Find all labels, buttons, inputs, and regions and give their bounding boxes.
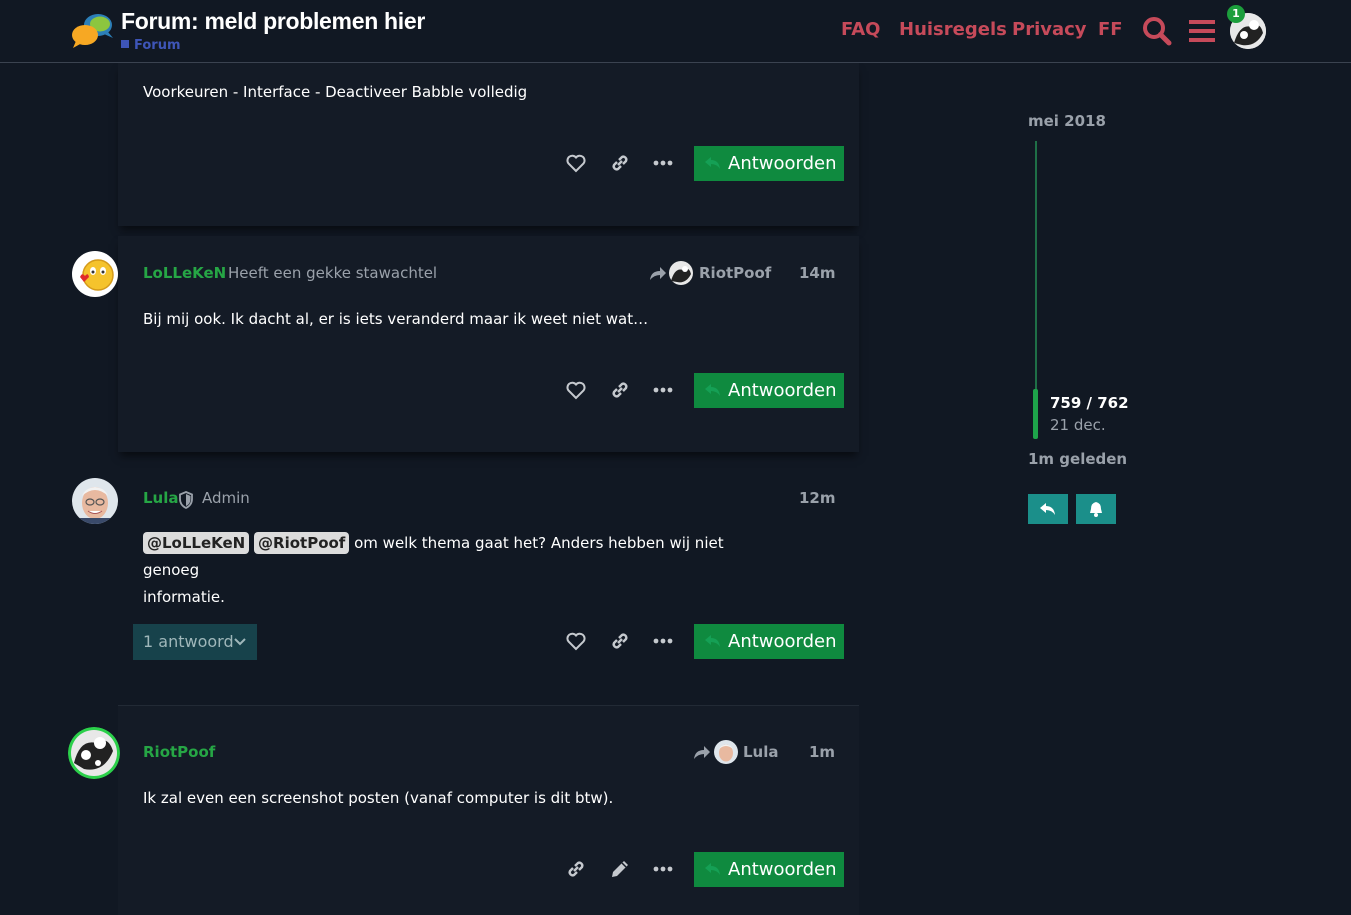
post-username[interactable]: RiotPoof bbox=[143, 743, 215, 761]
reply-arrow-icon bbox=[705, 863, 720, 875]
post-body: Bij mij ook. Ik dacht al, er is iets ver… bbox=[143, 310, 649, 328]
reply-button-label: Antwoorden bbox=[728, 153, 837, 174]
reply-arrow-icon bbox=[1040, 503, 1055, 515]
reply-arrow-icon bbox=[705, 384, 720, 396]
timeline-start-date[interactable]: mei 2018 bbox=[1028, 112, 1106, 130]
timeline-end-date[interactable]: 1m geleden bbox=[1028, 450, 1127, 468]
notification-badge[interactable]: 1 bbox=[1227, 5, 1245, 23]
reply-button-label: Antwoorden bbox=[728, 631, 837, 652]
share-link-icon[interactable] bbox=[608, 151, 632, 175]
reply-to-username[interactable]: Lula bbox=[743, 743, 779, 761]
user-avatar-lolleken[interactable] bbox=[72, 251, 118, 297]
reply-button[interactable]: Antwoorden bbox=[694, 373, 844, 408]
reply-to-avatar[interactable] bbox=[669, 261, 693, 285]
nav-link-huisregels[interactable]: Huisregels bbox=[899, 19, 1007, 40]
mention-lolleken[interactable]: @LoLLeKeN bbox=[143, 532, 250, 554]
timeline-handle[interactable] bbox=[1033, 389, 1038, 439]
reply-to-arrow-icon bbox=[692, 742, 712, 762]
category-name: Forum bbox=[134, 38, 181, 53]
more-actions-icon[interactable] bbox=[651, 151, 675, 175]
timeline-reply-button[interactable] bbox=[1028, 494, 1068, 524]
post-user-title: Admin bbox=[202, 489, 250, 507]
share-link-icon[interactable] bbox=[608, 629, 632, 653]
mention-riotpoof[interactable]: @RiotPoof bbox=[254, 532, 350, 554]
reply-button[interactable]: Antwoorden bbox=[694, 852, 844, 887]
post-body: @LoLLeKeN @RiotPoof om welk thema gaat h… bbox=[143, 530, 783, 611]
reply-arrow-icon bbox=[705, 157, 720, 169]
post-body-text-line2: informatie. bbox=[143, 588, 225, 606]
post-body: Ik zal even een screenshot posten (vanaf… bbox=[143, 789, 614, 807]
site-header: Forum: meld problemen hier Forum FAQ Hui… bbox=[0, 0, 1351, 63]
like-heart-icon[interactable] bbox=[564, 629, 588, 653]
timeline-notifications-button[interactable] bbox=[1076, 494, 1116, 524]
more-actions-icon[interactable] bbox=[651, 378, 675, 402]
share-link-icon[interactable] bbox=[564, 857, 588, 881]
reply-to-username[interactable]: RiotPoof bbox=[699, 264, 771, 282]
edit-pencil-icon[interactable] bbox=[608, 857, 632, 881]
reply-to-avatar[interactable] bbox=[714, 740, 738, 764]
category-badge[interactable]: Forum bbox=[121, 38, 181, 53]
topic-title[interactable]: Forum: meld problemen hier bbox=[121, 8, 425, 35]
reply-button-label: Antwoorden bbox=[728, 380, 837, 401]
nav-link-ff[interactable]: FF bbox=[1098, 19, 1123, 40]
nav-link-privacy[interactable]: Privacy bbox=[1012, 19, 1087, 40]
nav-link-faq[interactable]: FAQ bbox=[841, 19, 880, 40]
like-heart-icon[interactable] bbox=[564, 151, 588, 175]
replies-count-label: 1 antwoord bbox=[143, 632, 234, 651]
bell-icon bbox=[1090, 502, 1102, 517]
timeline-position: 759 / 762 bbox=[1050, 394, 1129, 412]
more-actions-icon[interactable] bbox=[651, 629, 675, 653]
reply-button[interactable]: Antwoorden bbox=[694, 624, 844, 659]
post-body: Voorkeuren - Interface - Deactiveer Babb… bbox=[143, 83, 528, 101]
more-actions-icon[interactable] bbox=[651, 857, 675, 881]
post-username[interactable]: Lula bbox=[143, 489, 179, 507]
post-username[interactable]: LoLLeKeN bbox=[143, 264, 226, 282]
share-link-icon[interactable] bbox=[608, 378, 632, 402]
reply-button-label: Antwoorden bbox=[728, 859, 837, 880]
forum-logo[interactable] bbox=[70, 10, 116, 50]
show-replies-button[interactable]: 1 antwoord bbox=[133, 624, 257, 660]
hamburger-menu-icon[interactable] bbox=[1189, 19, 1215, 47]
post-time[interactable]: 12m bbox=[799, 489, 836, 507]
user-avatar-riotpoof[interactable] bbox=[68, 727, 120, 779]
moderator-shield-icon bbox=[178, 491, 194, 510]
post-user-title: Heeft een gekke stawachtel bbox=[228, 264, 438, 282]
reply-button[interactable]: Antwoorden bbox=[694, 146, 844, 181]
reply-arrow-icon bbox=[705, 635, 720, 647]
user-avatar-lula[interactable] bbox=[72, 478, 118, 524]
timeline-current-date: 21 dec. bbox=[1050, 416, 1106, 434]
post-time[interactable]: 1m bbox=[809, 743, 835, 761]
category-color-square bbox=[121, 40, 129, 48]
like-heart-icon[interactable] bbox=[564, 378, 588, 402]
reply-to-arrow-icon bbox=[648, 263, 668, 283]
chevron-down-icon bbox=[234, 638, 246, 646]
search-icon[interactable] bbox=[1142, 16, 1172, 50]
post-time[interactable]: 14m bbox=[799, 264, 836, 282]
